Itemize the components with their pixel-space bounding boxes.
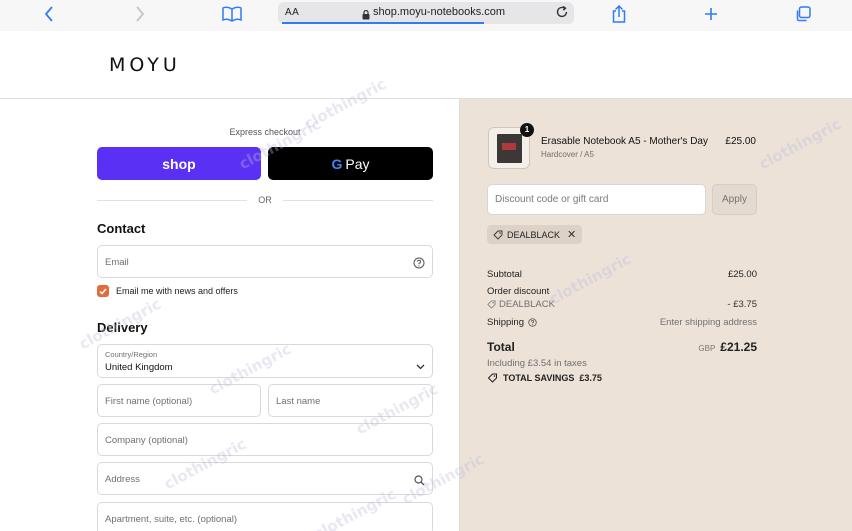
country-select[interactable]: Country/Region United Kingdom xyxy=(97,344,433,378)
first-name-field[interactable]: First name (optional) xyxy=(97,384,261,417)
savings-value: £3.75 xyxy=(579,373,602,383)
applied-discount-tag: DEALBLACK ✕ xyxy=(487,225,583,244)
tag-icon xyxy=(487,300,496,309)
help-icon[interactable] xyxy=(413,256,425,274)
shipping-value: Enter shipping address xyxy=(659,317,757,328)
new-tab-icon[interactable] xyxy=(700,4,722,24)
url-text: shop.moyu-notebooks.com xyxy=(373,6,506,18)
country-label: Country/Region xyxy=(105,350,158,359)
order-discount-row: Order discount xyxy=(487,286,757,297)
address-bar[interactable]: AA shop.moyu-notebooks.com xyxy=(278,2,574,24)
newsletter-label: Email me with news and offers xyxy=(116,286,238,296)
search-icon xyxy=(414,473,425,491)
or-divider: OR xyxy=(97,194,433,206)
express-checkout-label: Express checkout xyxy=(229,127,301,137)
tabs-overview-icon[interactable] xyxy=(792,4,814,24)
bookmarks-icon[interactable] xyxy=(221,4,243,24)
notebook-image xyxy=(497,134,522,163)
total-savings-row: TOTAL SAVINGS £3.75 xyxy=(487,373,757,383)
help-icon xyxy=(528,318,537,327)
apartment-field[interactable]: Apartment, suite, etc. (optional) xyxy=(97,502,433,531)
tag-icon xyxy=(493,230,503,240)
reload-icon[interactable] xyxy=(555,5,569,24)
currency-code: GBP xyxy=(698,344,716,353)
share-icon[interactable] xyxy=(608,4,630,24)
order-discount-label: Order discount xyxy=(487,286,550,297)
shipping-label: Shipping xyxy=(487,317,524,328)
product-name: Erasable Notebook A5 - Mother's Day xyxy=(541,136,708,147)
country-value: United Kingdom xyxy=(105,362,173,373)
shop-pay-label: shop xyxy=(162,155,196,172)
store-header: MOYU xyxy=(0,31,852,99)
product-price: £25.00 xyxy=(725,136,756,147)
savings-label: TOTAL SAVINGS xyxy=(503,373,575,383)
apply-discount-button[interactable]: Apply xyxy=(712,184,757,215)
shop-pay-button[interactable]: shop xyxy=(97,147,261,180)
order-summary: 1 Erasable Notebook A5 - Mother's Day Ha… xyxy=(459,99,852,531)
browser-toolbar: AA shop.moyu-notebooks.com xyxy=(0,0,852,31)
subtotal-value: £25.00 xyxy=(727,269,757,280)
tag-icon xyxy=(487,373,497,383)
discount-code-label: DEALBLACK xyxy=(499,299,555,310)
quantity-badge: 1 xyxy=(520,123,534,137)
back-icon[interactable] xyxy=(38,4,60,24)
email-placeholder: Email xyxy=(105,257,129,268)
remove-discount-icon[interactable]: ✕ xyxy=(567,228,576,241)
subtotal-label: Subtotal xyxy=(487,269,522,280)
chevron-down-icon xyxy=(416,357,425,375)
discount-code-row: DEALBLACK - £3.75 xyxy=(487,299,757,310)
google-pay-button[interactable]: G Pay xyxy=(268,147,433,180)
text-size-button[interactable]: AA xyxy=(285,7,299,18)
applied-discount-code: DEALBLACK xyxy=(507,229,561,240)
discount-value: - £3.75 xyxy=(727,299,757,310)
first-name-placeholder: First name (optional) xyxy=(105,396,193,407)
total-row: Total GBP £21.25 xyxy=(487,340,757,354)
store-logo[interactable]: MOYU xyxy=(109,54,181,76)
checkmark-icon xyxy=(99,288,107,295)
address-placeholder: Address xyxy=(105,474,140,485)
last-name-placeholder: Last name xyxy=(276,396,321,407)
discount-code-input[interactable] xyxy=(487,184,706,215)
company-placeholder: Company (optional) xyxy=(105,435,188,446)
company-field[interactable]: Company (optional) xyxy=(97,423,433,456)
total-label: Total xyxy=(487,340,515,354)
newsletter-checkbox[interactable] xyxy=(97,285,109,297)
shipping-row: Shipping Enter shipping address xyxy=(487,317,757,328)
contact-heading: Contact xyxy=(97,221,146,236)
address-field[interactable]: Address xyxy=(97,462,433,495)
or-label: OR xyxy=(258,195,272,205)
product-variant: Hardcover / A5 xyxy=(541,150,594,159)
google-g-icon: G xyxy=(331,155,343,172)
apartment-placeholder: Apartment, suite, etc. (optional) xyxy=(105,514,238,525)
last-name-field[interactable]: Last name xyxy=(268,384,433,417)
forward-icon[interactable] xyxy=(129,4,151,24)
email-field[interactable]: Email xyxy=(97,245,433,278)
total-value: £21.25 xyxy=(720,340,757,354)
subtotal-row: Subtotal £25.00 xyxy=(487,269,757,280)
page-load-progress xyxy=(282,22,484,24)
google-pay-label: Pay xyxy=(345,155,370,172)
delivery-heading: Delivery xyxy=(97,320,148,335)
taxes-note: Including £3.54 in taxes xyxy=(487,358,587,369)
